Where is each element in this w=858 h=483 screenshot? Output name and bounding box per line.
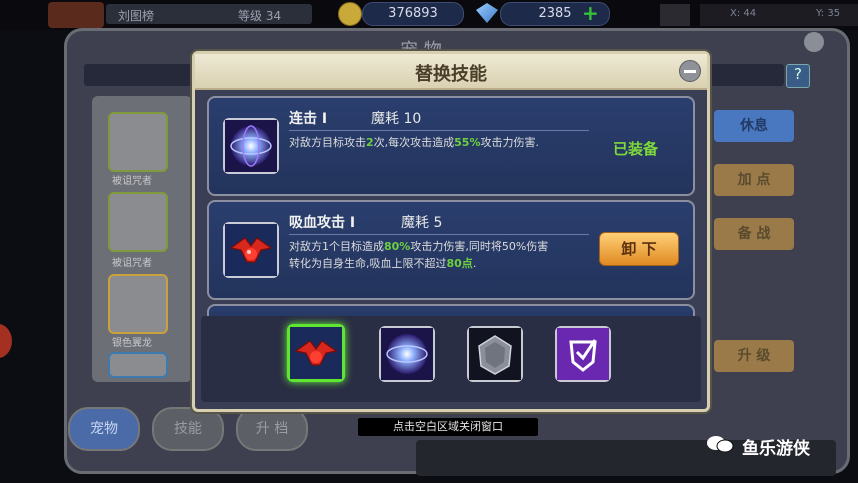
add-gems-icon[interactable]: +: [582, 2, 599, 24]
coord-x: X: 44: [730, 8, 757, 19]
divider: [289, 234, 589, 235]
skill-slot-4[interactable]: [555, 326, 611, 382]
pet-label-2: 被诅咒者: [112, 258, 152, 269]
equipped-status: 已装备: [613, 140, 659, 158]
signal-icon: [660, 4, 690, 26]
help-icon[interactable]: ?: [786, 64, 810, 88]
skill-slot-3[interactable]: [467, 326, 523, 382]
close-hint: 点击空白区域关闭窗口: [358, 418, 538, 436]
electric-orb-icon: [381, 328, 433, 380]
rest-button[interactable]: 休息: [714, 110, 794, 142]
vampire-bird-icon: [223, 222, 279, 278]
skill-name: 连击 I: [289, 111, 328, 127]
pet-slot-3[interactable]: [108, 274, 168, 334]
stone-shield-icon: [469, 328, 521, 380]
skill-slot-2[interactable]: [379, 326, 435, 382]
skill-cost: 魔耗 10: [371, 111, 422, 127]
upgrade-button[interactable]: 升 级: [714, 340, 794, 372]
pet-slot-4[interactable]: [108, 352, 168, 378]
skill-card-combo[interactable]: 连击 I 魔耗 10 对敌方目标攻击2次,每次攻击造成55%攻击力伤害. 已装备: [207, 96, 695, 196]
skill-description: 对敌方1个目标造成80%攻击力伤害,同时将50%伤害 转化为自身生命,吸血上限不超…: [289, 240, 549, 270]
replace-skill-dialog: 替换技能 连击 I 魔耗 10 对敌方目标攻击2次,每次攻击造成55%攻击力伤害…: [192, 51, 710, 412]
unequip-button[interactable]: 卸 下: [599, 232, 679, 266]
player-info-bar: 刘图榜 等级 34: [106, 4, 312, 24]
skill-slot-1[interactable]: [287, 324, 345, 382]
prepare-battle-button[interactable]: 备 战: [714, 218, 794, 250]
skill-cost: 魔耗 5: [401, 215, 443, 231]
player-level: 等级 34: [238, 9, 282, 23]
dialog-header: 替换技能: [195, 54, 707, 90]
wechat-icon: [706, 434, 734, 454]
tab-pet[interactable]: 宠物: [68, 407, 140, 451]
skill-slot-bar: [201, 316, 701, 402]
coord-y: Y: 35: [816, 8, 841, 19]
diamond-icon: [476, 3, 498, 23]
pet-slot-1[interactable]: [108, 112, 168, 172]
player-name: 刘图榜: [118, 9, 155, 23]
pet-label-1: 被诅咒者: [112, 176, 152, 187]
top-hud: 刘图榜 等级 34 376893 2385 + X: 44 Y: 35: [0, 0, 858, 30]
close-icon[interactable]: [679, 60, 701, 82]
tab-upgrade[interactable]: 升 档: [236, 407, 308, 451]
gold-coin-icon: [338, 2, 362, 26]
purple-shield-icon: [557, 328, 609, 380]
player-avatar[interactable]: [48, 2, 104, 28]
skill-name: 吸血攻击 I: [289, 215, 356, 231]
electric-orb-icon: [223, 118, 279, 174]
gold-counter: 376893: [362, 2, 464, 26]
divider: [289, 130, 589, 131]
dialog-title: 替换技能: [415, 64, 487, 85]
watermark: 鱼乐游侠: [742, 439, 810, 459]
skill-description: 对敌方目标攻击2次,每次攻击造成55%攻击力伤害.: [289, 136, 539, 149]
vampire-bird-icon: [290, 327, 342, 379]
pet-slot-2[interactable]: [108, 192, 168, 252]
pet-label-3: 银色翼龙: [112, 338, 152, 349]
side-orb-icon[interactable]: [0, 324, 12, 358]
tab-skill[interactable]: 技能: [152, 407, 224, 451]
pet-panel-close-icon[interactable]: [804, 32, 824, 52]
add-points-button[interactable]: 加 点: [714, 164, 794, 196]
skill-card-vampire[interactable]: 吸血攻击 I 魔耗 5 对敌方1个目标造成80%攻击力伤害,同时将50%伤害 转化…: [207, 200, 695, 300]
coordinate-readout: X: 44 Y: 35: [700, 4, 858, 26]
